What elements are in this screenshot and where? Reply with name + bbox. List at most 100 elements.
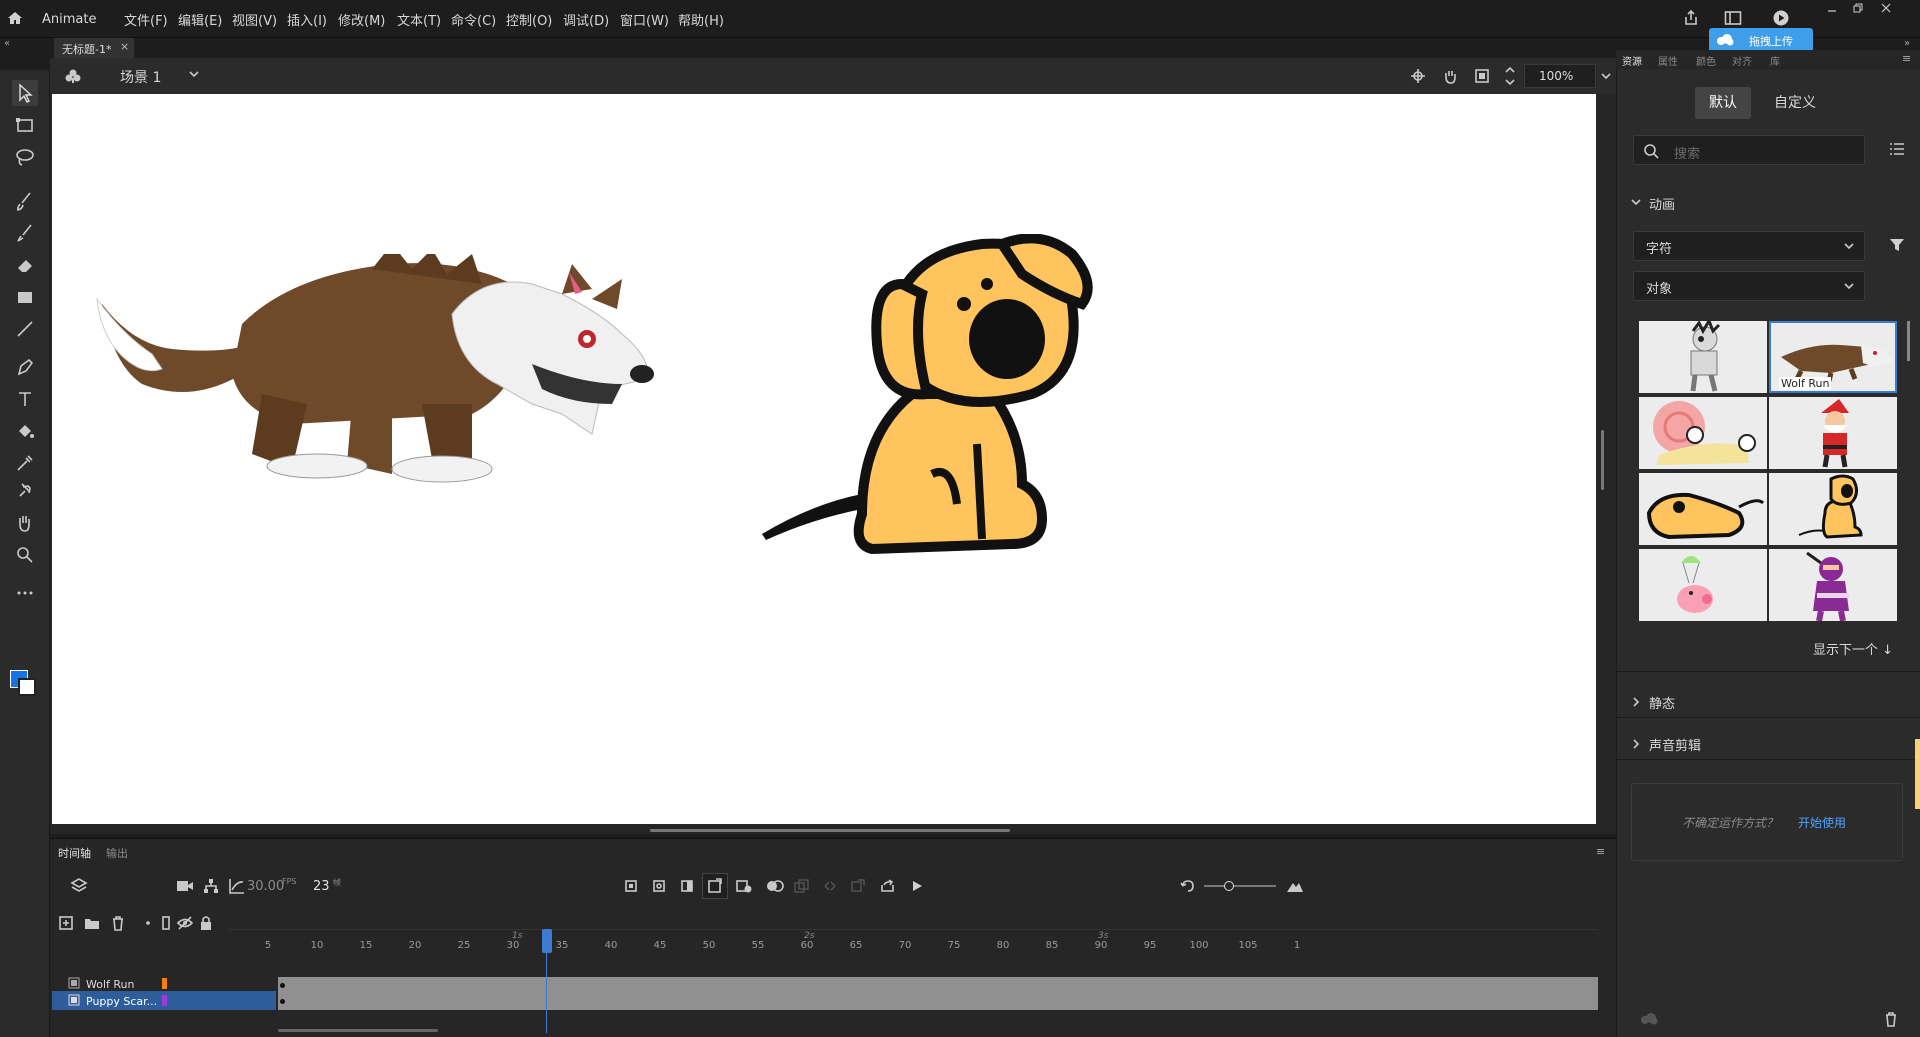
auto-keyframe-button[interactable] [702, 873, 728, 899]
new-folder-icon[interactable] [84, 915, 100, 931]
export-icon[interactable] [880, 879, 896, 893]
timeline-zoom-slider[interactable] [1204, 881, 1276, 891]
menu-text[interactable]: 文本(T) [397, 10, 441, 29]
graph-icon[interactable] [228, 877, 246, 895]
lock-all-icon[interactable] [198, 915, 214, 931]
clip-stage-icon[interactable] [1474, 68, 1490, 84]
list-view-icon[interactable] [1889, 141, 1905, 157]
tab-library[interactable]: 库 [1770, 53, 1780, 68]
paint-bucket-tool-icon[interactable] [12, 418, 38, 444]
asset-thumb-mummy[interactable] [1639, 321, 1767, 393]
segment-default[interactable]: 默认 [1695, 87, 1751, 119]
timeline-zoom-thumb[interactable] [1224, 881, 1234, 891]
collapse-right-icon[interactable]: » [1904, 38, 1910, 49]
remove-frame-icon[interactable] [736, 879, 752, 893]
selection-tool-icon[interactable] [12, 80, 38, 106]
layer-parenting-icon[interactable] [202, 877, 220, 895]
vertical-scrollbar[interactable] [1601, 430, 1604, 490]
menu-help[interactable]: 帮助(H) [678, 10, 724, 29]
onion-skin-icon[interactable] [766, 879, 784, 893]
pen-tool-icon[interactable] [12, 354, 38, 380]
chevron-right-icon[interactable] [1631, 697, 1641, 707]
track-wolf-run[interactable] [278, 977, 1598, 994]
asset-thumb-wolf-run[interactable]: Wolf Run [1769, 321, 1897, 393]
tab-assets[interactable]: 资源 [1622, 53, 1642, 68]
horizontal-scrollbar[interactable] [650, 829, 1010, 832]
asset-thumb-dog-sitting[interactable] [1769, 473, 1897, 545]
track-puppy-scared[interactable] [278, 993, 1598, 1010]
keyframe-dot[interactable] [280, 999, 285, 1004]
asset-thumb-ninja[interactable] [1769, 549, 1897, 621]
more-tools-icon[interactable] [12, 580, 38, 606]
layer-name[interactable]: Puppy Scar... [86, 995, 157, 1008]
upload-badge[interactable]: 拖拽上传 [1709, 28, 1813, 52]
center-stage-icon[interactable] [1410, 68, 1426, 84]
search-field[interactable]: 搜索 [1633, 135, 1865, 165]
menu-insert[interactable]: 插入(I) [287, 10, 327, 29]
zoom-dropdown-icon[interactable] [1600, 70, 1612, 82]
wolf-character[interactable] [92, 254, 662, 514]
insert-frame-icon[interactable] [680, 879, 694, 893]
menu-edit[interactable]: 编辑(E) [178, 10, 222, 29]
brush-tool-icon[interactable] [12, 220, 38, 246]
segment-custom[interactable]: 自定义 [1757, 87, 1833, 119]
menu-window[interactable]: 窗口(W) [620, 10, 669, 29]
mountain-zoom-icon[interactable] [1286, 879, 1304, 893]
filter-icon[interactable] [1889, 237, 1905, 253]
minimize-icon[interactable] [1826, 2, 1838, 14]
restore-icon[interactable] [1852, 2, 1864, 14]
reset-zoom-icon[interactable] [1180, 879, 1196, 893]
chevron-right-icon[interactable] [1631, 739, 1641, 749]
fps-value[interactable]: 30.00 [247, 879, 284, 894]
puppy-character[interactable] [752, 234, 1112, 564]
asset-thumb-santa[interactable] [1769, 397, 1897, 469]
asset-thumb-snail[interactable] [1639, 397, 1767, 469]
tab-output[interactable]: 输出 [106, 845, 128, 861]
paint-brush-tool-icon[interactable] [12, 188, 38, 214]
play-icon[interactable] [910, 879, 924, 893]
layers-icon[interactable] [70, 877, 88, 895]
panel-menu-icon[interactable]: ≡ [1596, 845, 1605, 858]
scene-label[interactable]: 场景 1 [120, 67, 161, 87]
current-frame-value[interactable]: 23 [313, 879, 330, 894]
eraser-tool-icon[interactable] [12, 252, 38, 278]
keyframe-dot[interactable] [280, 983, 285, 988]
test-movie-icon[interactable] [1772, 9, 1790, 27]
insert-blank-keyframe-icon[interactable] [652, 879, 666, 893]
timeline-scrollbar[interactable] [278, 1029, 438, 1032]
timeline-ruler[interactable]: 5 10 15 20 25 30 35 40 45 50 55 60 65 70 75 80 85 90 95 100… [228, 929, 1598, 953]
menu-file[interactable]: 文件(F) [124, 10, 168, 29]
fill-color-swatch[interactable] [18, 678, 36, 696]
trash-icon[interactable] [1883, 1011, 1899, 1027]
close-window-icon[interactable] [1880, 2, 1892, 14]
lasso-tool-icon[interactable] [12, 144, 38, 170]
highlight-layers-icon[interactable] [140, 915, 156, 931]
menu-commands[interactable]: 命令(C) [451, 10, 496, 29]
menu-view[interactable]: 视图(V) [232, 10, 277, 29]
section-animation[interactable]: 动画 [1649, 194, 1675, 213]
show-hide-all-icon[interactable] [176, 915, 194, 931]
section-sound-clips[interactable]: 声音剪辑 [1649, 735, 1701, 754]
asset-thumb-pig-parachute[interactable] [1639, 549, 1767, 621]
hand-tool-icon[interactable] [12, 510, 38, 536]
object-dropdown[interactable]: 对象 [1633, 271, 1865, 301]
scene-icon[interactable] [64, 67, 82, 85]
delete-layer-icon[interactable] [110, 915, 126, 931]
zoom-stepper-icon[interactable] [1504, 64, 1516, 88]
show-next-link[interactable]: 显示下一个 ↓ [1813, 639, 1893, 658]
layer-color-chip[interactable] [162, 995, 167, 1006]
zoom-tool-icon[interactable] [12, 542, 38, 568]
pin-tool-icon[interactable] [12, 478, 38, 504]
playhead[interactable] [542, 929, 552, 953]
type-dropdown[interactable]: 字符 [1633, 231, 1865, 261]
menu-modify[interactable]: 修改(M) [338, 10, 385, 29]
free-transform-tool-icon[interactable] [12, 112, 38, 138]
layer-color-chip[interactable] [162, 978, 167, 989]
thumb-scrollbar[interactable] [1907, 321, 1910, 361]
asset-thumb-dog-sleeping[interactable] [1639, 473, 1767, 545]
menu-control[interactable]: 控制(O) [506, 10, 552, 29]
close-tab-icon[interactable]: × [120, 40, 129, 53]
chevron-down-icon[interactable] [188, 68, 200, 80]
section-static[interactable]: 静态 [1649, 693, 1675, 712]
new-layer-icon[interactable] [58, 915, 74, 931]
